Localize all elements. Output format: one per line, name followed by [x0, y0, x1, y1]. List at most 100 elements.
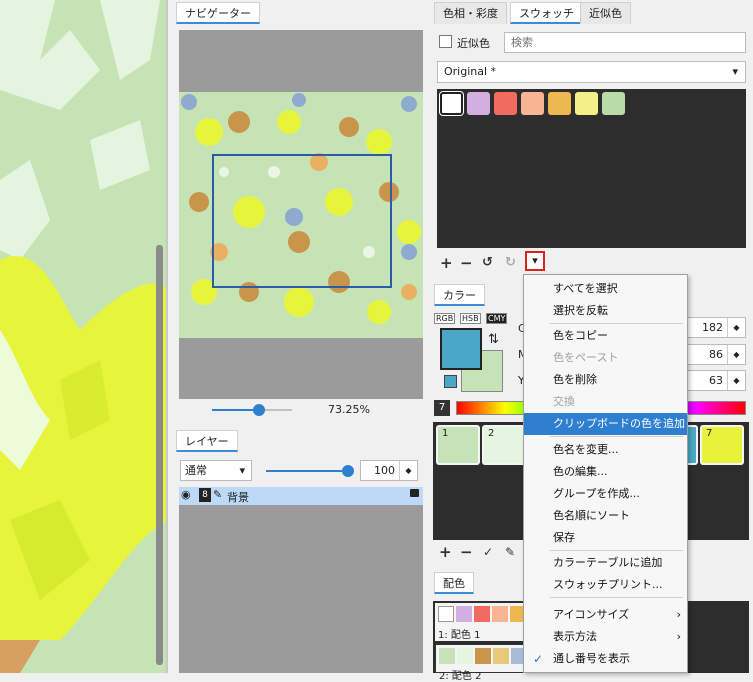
palette-row-1-label: 1: 配色 1 [438, 630, 481, 641]
layer-row[interactable]: ◉ 8 ✎ 背景 [179, 487, 423, 505]
swatch-menu-button[interactable]: ▾ [525, 251, 545, 271]
menu-item-delete-color[interactable]: 色を削除 [524, 369, 687, 391]
c-stepper[interactable]: ◆ [727, 318, 745, 337]
opacity-slider[interactable] [266, 465, 354, 477]
menu-item-rename-color[interactable]: 色名を変更... [524, 439, 687, 461]
menu-item-edit-color[interactable]: 色の編集... [524, 461, 687, 483]
tab-navigator[interactable]: ナビゲーター [176, 2, 260, 24]
add-color-button[interactable]: + [439, 544, 452, 560]
blend-mode-select[interactable]: 通常 ▾ [180, 460, 252, 481]
similar-color-checkbox[interactable] [439, 35, 452, 48]
color-preview-small [444, 375, 457, 388]
chevron-right-icon: › [676, 630, 681, 643]
cell-label: 1 [442, 428, 449, 439]
palette-row-1[interactable]: 1: 配色 1 [435, 603, 530, 641]
layer-list[interactable]: ◉ 8 ✎ 背景 [179, 487, 423, 673]
zoom-value: 73.25% [328, 403, 370, 416]
swatch-panel: 色相・彩度 スウォッチ 近似色 近似色 Original * ▾ + − ↺ ↻… [430, 0, 753, 280]
y-value: 63 [709, 374, 723, 387]
canvas-artwork [0, 0, 166, 673]
layer-name: 背景 [227, 491, 249, 504]
palette-row-2-label: 2: 配色 2 [439, 671, 482, 682]
swatch-grid[interactable] [437, 89, 746, 248]
menu-item-paste-color: 色をペースト [553, 351, 619, 364]
remove-swatch-button[interactable]: − [460, 255, 473, 271]
mode-cmy[interactable]: CMY [486, 313, 508, 324]
remove-color-button[interactable]: − [460, 544, 473, 560]
check-icon: ✓ [533, 652, 544, 666]
menu-item-select-all[interactable]: すべてを選択 [524, 278, 687, 300]
menu-item-label: アイコンサイズ [553, 608, 630, 621]
main-color[interactable] [440, 328, 482, 370]
swatch-color-5[interactable] [548, 92, 571, 115]
zoom-slider-thumb[interactable] [253, 404, 265, 416]
redo-button[interactable]: ↻ [505, 255, 516, 271]
swatch-color-3[interactable] [494, 92, 517, 115]
lock-icon[interactable] [410, 489, 419, 497]
menu-item-save[interactable]: 保存 [524, 527, 687, 549]
swatch-color-2[interactable] [467, 92, 490, 115]
y-input[interactable]: 63 ◆ [686, 370, 746, 391]
tab-palette[interactable]: 配色 [434, 572, 474, 594]
menu-item-sort-by-name[interactable]: 色名順にソート [524, 505, 687, 527]
opacity-stepper[interactable]: ◆ [399, 461, 417, 480]
swatch-set-select[interactable]: Original * ▾ [437, 61, 746, 83]
c-input[interactable]: 182 ◆ [686, 317, 746, 338]
color-cell-1[interactable]: 1 [436, 425, 480, 465]
tab-similar-color[interactable]: 近似色 [580, 2, 631, 24]
menu-item-swatch-print[interactable]: スウォッチプリント... [524, 574, 687, 596]
canvas-area[interactable] [0, 0, 168, 673]
menu-item-icon-size[interactable]: アイコンサイズ › [524, 604, 687, 626]
mode-rgb[interactable]: RGB [434, 313, 456, 324]
m-stepper[interactable]: ◆ [727, 345, 745, 364]
swatch-color-1[interactable] [439, 91, 464, 116]
check-icon[interactable]: ✓ [483, 544, 493, 560]
tab-layer[interactable]: レイヤー [176, 430, 238, 452]
opacity-slider-thumb[interactable] [342, 465, 354, 477]
menu-item-label: 通し番号を表示 [553, 652, 630, 665]
chevron-down-icon: ▾ [239, 464, 245, 477]
swatch-search-input[interactable] [504, 32, 746, 53]
menu-item-display-method[interactable]: 表示方法 › [524, 626, 687, 648]
layer-panel: レイヤー 通常 ▾ 100 ◆ ◉ 8 ✎ 背景 [172, 428, 428, 673]
menu-separator [550, 597, 683, 598]
navigator-panel: ナビゲーター 73.25% [172, 0, 428, 425]
menu-separator [550, 323, 683, 324]
canvas-scrollbar[interactable] [156, 245, 163, 665]
zoom-slider[interactable] [212, 404, 292, 416]
navigator-view-frame[interactable] [212, 154, 392, 288]
pencil-icon: ✎ [213, 488, 223, 501]
y-stepper[interactable]: ◆ [727, 371, 745, 390]
swatch-set-value: Original * [444, 65, 497, 78]
menu-item-label: 表示方法 [553, 630, 597, 643]
menu-item-invert-selection[interactable]: 選択を反転 [524, 300, 687, 322]
chevron-right-icon: › [676, 608, 681, 621]
swatch-color-7[interactable] [602, 92, 625, 115]
menu-item-add-clipboard-color[interactable]: クリップボードの色を追加 [524, 413, 687, 435]
c-value: 182 [702, 321, 723, 334]
eye-icon[interactable]: ◉ [181, 488, 191, 501]
swap-colors-icon[interactable]: ⇅ [488, 332, 499, 347]
color-cell-7[interactable]: 7 [700, 425, 744, 465]
color-cell-2[interactable]: 2 [482, 425, 526, 465]
swatch-context-menu: すべてを選択 選択を反転 色をコピー 色をペースト 色を削除 交換 クリップボー… [523, 274, 688, 673]
tab-swatch[interactable]: スウォッチ [510, 2, 583, 24]
opacity-input[interactable]: 100 ◆ [360, 460, 418, 481]
pencil-icon[interactable]: ✎ [505, 544, 515, 560]
tab-color[interactable]: カラー [434, 284, 485, 306]
blend-mode-value: 通常 [185, 464, 207, 477]
tab-hue-saturation[interactable]: 色相・彩度 [434, 2, 507, 24]
swatch-color-6[interactable] [575, 92, 598, 115]
add-swatch-button[interactable]: + [440, 255, 453, 271]
m-input[interactable]: 86 ◆ [686, 344, 746, 365]
undo-button[interactable]: ↺ [482, 255, 493, 271]
menu-item-add-to-color-table[interactable]: カラーテーブルに追加 [524, 552, 687, 574]
similar-color-label: 近似色 [457, 37, 490, 50]
mode-hsb[interactable]: HSB [460, 313, 481, 324]
opacity-value: 100 [374, 464, 395, 477]
menu-item-show-serial-number[interactable]: ✓ 通し番号を表示 [524, 648, 687, 670]
palette-row-2[interactable]: 2: 配色 2 [435, 644, 530, 682]
swatch-color-4[interactable] [521, 92, 544, 115]
menu-item-copy-color[interactable]: 色をコピー [524, 325, 687, 347]
menu-item-create-group[interactable]: グループを作成... [524, 483, 687, 505]
